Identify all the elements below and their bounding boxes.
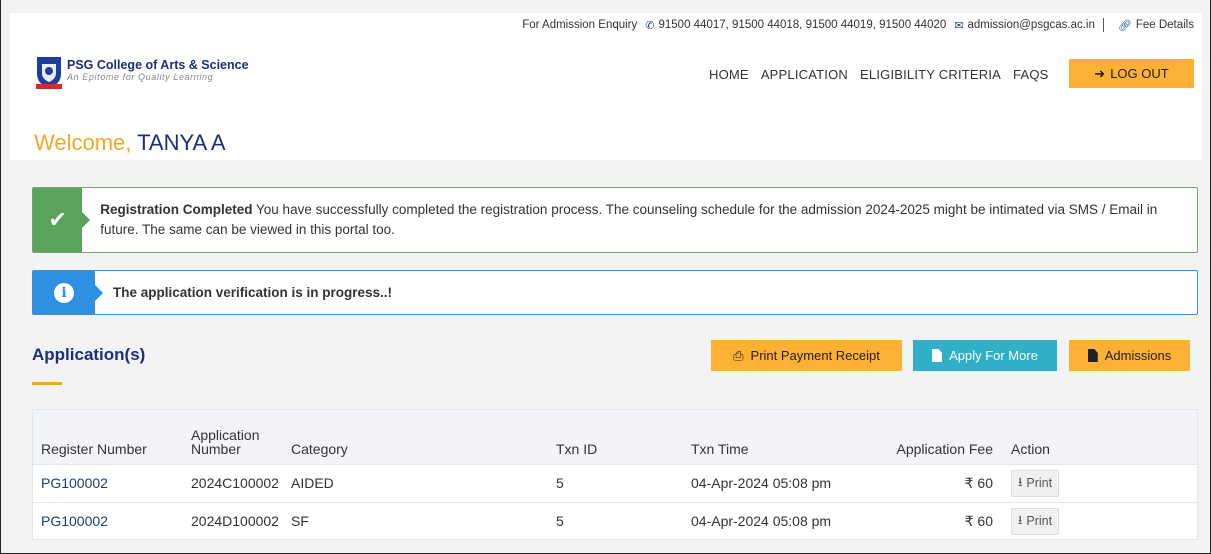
info-message: The application verification is in progr… [113,284,393,300]
welcome-heading: Welcome, TANYA A [34,130,226,155]
college-tagline: An Epitome for Quality Learning [67,72,214,82]
print-button[interactable]: ⭳ Print [1011,507,1060,535]
fee-details-link[interactable]: Fee Details [1136,19,1194,31]
check-icon: ✔ [33,188,91,252]
table-row: PG100002 2024C100002 AIDED 5 04-Apr-2024… [33,464,1197,502]
register-number-link[interactable]: PG100002 [33,464,183,502]
nav-home[interactable]: HOME [709,67,749,82]
category: SF [291,513,309,530]
mail-icon: ✉ [954,19,964,32]
college-crest-logo[interactable] [34,54,64,90]
site-header: PSG College of Arts & Science An Epitome… [10,37,1202,160]
download-icon: ⭳ [1018,474,1023,489]
registration-success-alert: ✔ Registration Completed You have succes… [32,187,1198,253]
txn-time: 04-Apr-2024 05:08 pm [691,475,832,491]
document-icon [1088,349,1098,362]
applications-title: Application(s) [32,345,146,364]
nav-eligibility[interactable]: ELIGIBILITY CRITERIA [860,67,1001,82]
page-frame: For Admission Enquiry ✆ 91500 44017, 915… [0,0,1211,554]
college-name[interactable]: PSG College of Arts & Science [67,58,249,72]
download-icon: ⭳ [1018,512,1023,527]
txn-id: 5 [556,475,564,491]
document-icon [932,349,942,362]
application-number: 2024C100002 [191,475,279,491]
info-icon-box: i [33,271,103,314]
verification-info-alert: i The application verification is in pro… [32,270,1198,315]
top-contact-bar: For Admission Enquiry ✆ 91500 44017, 915… [10,13,1202,37]
printer-icon: ⎙ [733,347,744,363]
col-txn-time: Txn Time [691,440,749,457]
divider [1102,18,1104,32]
application-fee: ₹ 60 [964,474,993,491]
link-icon: 🔗︎ [1117,19,1132,32]
col-application-number: Application Number [191,426,260,457]
col-register-number: Register Number [41,440,147,457]
logout-button[interactable]: ➜ LOG OUT [1069,59,1194,88]
table-row: PG100002 2024D100002 SF 5 04-Apr-2024 05… [33,502,1197,540]
admissions-button[interactable]: Admissions [1069,340,1190,371]
phone-numbers: 91500 44017, 91500 44018, 91500 44019, 9… [658,19,947,31]
nav-application[interactable]: APPLICATION [761,67,848,82]
register-number-link[interactable]: PG100002 [33,502,183,540]
col-application-fee: Application Fee [896,440,993,457]
action-cell: ⭳ Print [1003,502,1197,540]
col-action: Action [1011,440,1050,457]
info-icon: i [54,282,74,303]
applications-table: Register Number Application Number Categ… [32,409,1198,540]
user-name: TANYA A [137,130,226,155]
action-cell: ⭳ Print [1003,464,1197,502]
email-link[interactable]: admission@psgcas.ac.in [967,19,1094,31]
application-fee: ₹ 60 [964,512,993,529]
txn-time: 04-Apr-2024 05:08 pm [691,513,832,530]
enquiry-label: For Admission Enquiry [522,19,638,31]
application-number: 2024D100002 [191,513,279,530]
success-message: Registration Completed You have successf… [100,202,1158,237]
table-header-row: Register Number Application Number Categ… [33,410,1197,464]
sign-out-icon: ➜ [1094,65,1106,81]
txn-id: 5 [556,513,564,530]
main-nav: HOME APPLICATION ELIGIBILITY CRITERIA FA… [709,67,1061,82]
print-payment-receipt-button[interactable]: ⎙ Print Payment Receipt [711,340,902,371]
title-underline [32,382,62,385]
apply-for-more-button[interactable]: Apply For More [913,340,1057,371]
col-txn-id: Txn ID [556,440,598,457]
print-button[interactable]: ⭳ Print [1011,469,1060,497]
col-category: Category [291,440,348,457]
phone-icon: ✆ [645,19,655,32]
category: AIDED [291,475,334,491]
nav-faqs[interactable]: FAQS [1013,67,1048,82]
